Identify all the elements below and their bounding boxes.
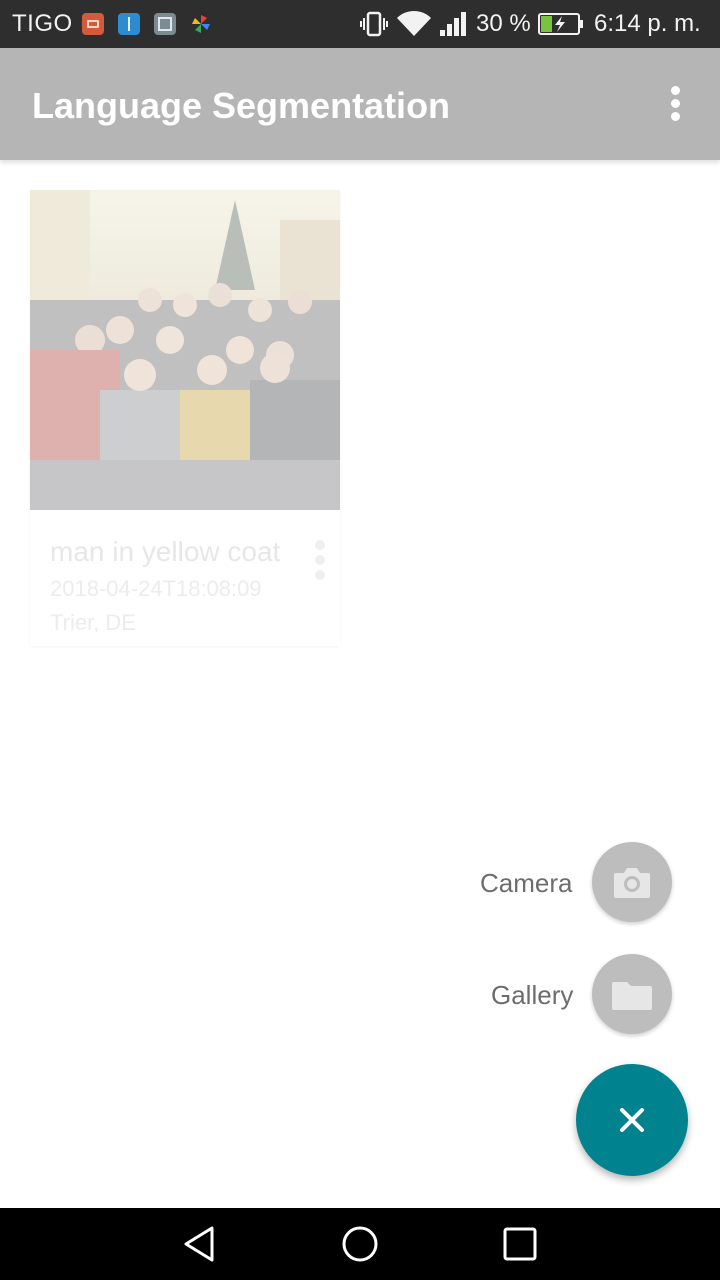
back-icon[interactable] <box>180 1224 220 1264</box>
card-location: Trier, DE <box>50 610 136 635</box>
folder-icon <box>612 982 652 1010</box>
gallery-label[interactable]: Gallery <box>491 980 573 1011</box>
gallery-button[interactable] <box>592 954 672 1034</box>
usb-notification-icon <box>118 13 140 35</box>
home-icon[interactable] <box>340 1224 380 1264</box>
more-vert-icon[interactable] <box>656 82 696 126</box>
battery-charging-icon <box>538 13 583 35</box>
clock: 6:14 p. m. <box>594 10 701 37</box>
mail-notification-icon <box>82 13 104 35</box>
camera-icon <box>614 868 650 898</box>
card-title: man in yellow coat <box>50 536 281 567</box>
app-bar: Language Segmentation <box>0 48 720 160</box>
wifi-icon <box>397 10 431 36</box>
card-date: 2018-04-24T18:08:09 <box>50 576 262 601</box>
card-more-icon[interactable] <box>308 536 332 584</box>
signal-icon <box>440 12 466 36</box>
vibrate-icon <box>360 11 388 37</box>
carrier-name: TIGO <box>12 10 73 37</box>
card-photo <box>30 190 340 510</box>
app-title: Language Segmentation <box>32 85 451 126</box>
navigation-bar <box>0 1208 720 1280</box>
camera-button[interactable] <box>592 842 672 922</box>
gallery-notification-icon <box>154 13 176 35</box>
recents-icon[interactable] <box>500 1224 540 1264</box>
pinwheel-icon <box>192 15 210 33</box>
image-card[interactable]: man in yellow coat 2018-04-24T18:08:09 T… <box>30 190 340 646</box>
status-bar: TIGO 30 % 6:14 p. m. <box>0 0 720 48</box>
close-fab-button[interactable] <box>576 1064 688 1176</box>
camera-label[interactable]: Camera <box>480 868 572 899</box>
close-icon <box>620 1108 644 1132</box>
battery-percent: 30 % <box>476 10 531 37</box>
